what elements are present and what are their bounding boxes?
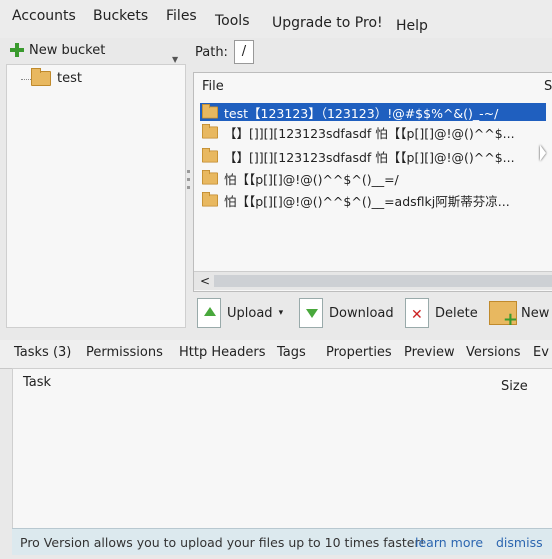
pro-banner: Pro Version allows you to upload your fi… bbox=[12, 528, 552, 555]
bucket-pane: New bucket ▼ test bbox=[6, 38, 186, 328]
tab-permissions[interactable]: Permissions bbox=[86, 345, 163, 360]
file-name: 怕【【p[][]@!@()^^$^()__=/ bbox=[224, 171, 399, 187]
file-column-header[interactable]: File bbox=[202, 79, 224, 94]
menu-upgrade[interactable]: Upgrade to Pro! bbox=[272, 15, 383, 31]
bucket-label: test bbox=[57, 71, 82, 86]
tab-preview[interactable]: Preview bbox=[404, 345, 455, 360]
bucket-item-test[interactable]: test bbox=[31, 68, 82, 86]
upload-label: Upload bbox=[227, 305, 273, 321]
menu-accounts[interactable]: Accounts bbox=[12, 8, 76, 24]
download-button[interactable]: Download bbox=[299, 297, 394, 329]
new-folder-label: New bbox=[521, 305, 550, 321]
file-row[interactable]: 怕【【p[][]@!@()^^$^()__=/ bbox=[200, 169, 399, 187]
file-name: 【】[]][][123123sdfasdf 怕【【p[][]@!@()^^$..… bbox=[224, 149, 515, 165]
folder-icon bbox=[202, 103, 218, 118]
scrollbar-thumb[interactable] bbox=[214, 275, 552, 287]
delete-label: Delete bbox=[435, 305, 478, 321]
menu-help[interactable]: Help bbox=[396, 18, 428, 34]
tab-versions[interactable]: Versions bbox=[466, 345, 521, 360]
new-folder-icon bbox=[489, 301, 518, 330]
learn-more-link[interactable]: learn more bbox=[415, 535, 483, 550]
upload-button[interactable]: Upload ▾ bbox=[197, 297, 283, 329]
size-column-header[interactable]: S bbox=[544, 79, 552, 94]
folder-icon bbox=[202, 147, 218, 162]
tab-tasks[interactable]: Tasks (3) bbox=[14, 345, 71, 360]
menu-tools[interactable]: Tools bbox=[215, 13, 250, 29]
menu-buckets[interactable]: Buckets bbox=[93, 8, 148, 24]
splitter-grip[interactable] bbox=[187, 178, 190, 181]
mouse-cursor-icon bbox=[540, 145, 546, 161]
splitter-grip[interactable] bbox=[187, 170, 190, 173]
horizontal-scrollbar[interactable]: < bbox=[194, 271, 552, 290]
file-toolbar: Upload ▾ Download ✕ Delete New bbox=[193, 295, 552, 333]
download-label: Download bbox=[329, 305, 394, 321]
file-row[interactable]: 【】[]][][123123sdfasdf 怕【【p[][]@!@()^^$..… bbox=[200, 123, 515, 141]
tab-events[interactable]: Ev bbox=[533, 345, 549, 360]
file-name: test【123123】（123123）!@#$$%^&()_-~/ bbox=[224, 105, 499, 121]
new-bucket-label: New bucket bbox=[29, 42, 106, 58]
tab-tags[interactable]: Tags bbox=[277, 345, 306, 360]
file-row[interactable]: 怕【【p[][]@!@()^^$^()__=adsflkj阿斯蒂芬凉... bbox=[200, 191, 510, 209]
file-row[interactable]: 【】[]][][123123sdfasdf 怕【【p[][]@!@()^^$..… bbox=[200, 147, 515, 165]
plus-icon bbox=[10, 43, 24, 57]
menu-bar: Accounts Buckets Files Tools Upgrade to … bbox=[0, 0, 552, 38]
file-name: 怕【【p[][]@!@()^^$^()__=adsflkj阿斯蒂芬凉... bbox=[224, 193, 510, 209]
folder-icon bbox=[202, 123, 218, 138]
task-panel: Task Size bbox=[12, 368, 552, 530]
scroll-left-arrow[interactable]: < bbox=[200, 272, 210, 290]
pro-banner-text: Pro Version allows you to upload your fi… bbox=[20, 535, 425, 550]
detail-tabs: Tasks (3) Permissions Http Headers Tags … bbox=[0, 340, 552, 369]
delete-button[interactable]: ✕ Delete bbox=[405, 297, 478, 329]
task-column-header[interactable]: Task bbox=[23, 375, 51, 390]
new-bucket-button[interactable]: New bucket bbox=[10, 40, 105, 60]
menu-files[interactable]: Files bbox=[166, 8, 197, 24]
new-folder-button[interactable]: New bbox=[489, 297, 550, 330]
file-list: File S test【123123】（123123）!@#$$%^&()_-~… bbox=[193, 72, 552, 292]
path-input[interactable]: / bbox=[233, 40, 254, 64]
tab-http-headers[interactable]: Http Headers bbox=[179, 345, 265, 360]
delete-icon: ✕ bbox=[405, 298, 429, 328]
file-name: 【】[]][][123123sdfasdf 怕【【p[][]@!@()^^$..… bbox=[224, 125, 515, 141]
path-label: Path: bbox=[195, 44, 228, 60]
download-icon bbox=[299, 298, 323, 328]
sort-icon[interactable]: ▼ bbox=[172, 56, 182, 64]
path-bar: Path: / bbox=[195, 40, 254, 64]
upload-icon bbox=[197, 298, 221, 328]
bucket-tree: test bbox=[6, 64, 186, 328]
file-row[interactable]: test【123123】（123123）!@#$$%^&()_-~/ bbox=[200, 103, 546, 121]
folder-icon bbox=[202, 191, 218, 206]
upload-dropdown-icon[interactable]: ▾ bbox=[279, 308, 284, 318]
dismiss-link[interactable]: dismiss bbox=[496, 535, 543, 550]
size-column-header[interactable]: Size bbox=[501, 379, 528, 394]
tab-properties[interactable]: Properties bbox=[326, 345, 392, 360]
folder-icon bbox=[31, 68, 51, 86]
splitter-grip[interactable] bbox=[187, 186, 190, 189]
folder-icon bbox=[202, 169, 218, 184]
